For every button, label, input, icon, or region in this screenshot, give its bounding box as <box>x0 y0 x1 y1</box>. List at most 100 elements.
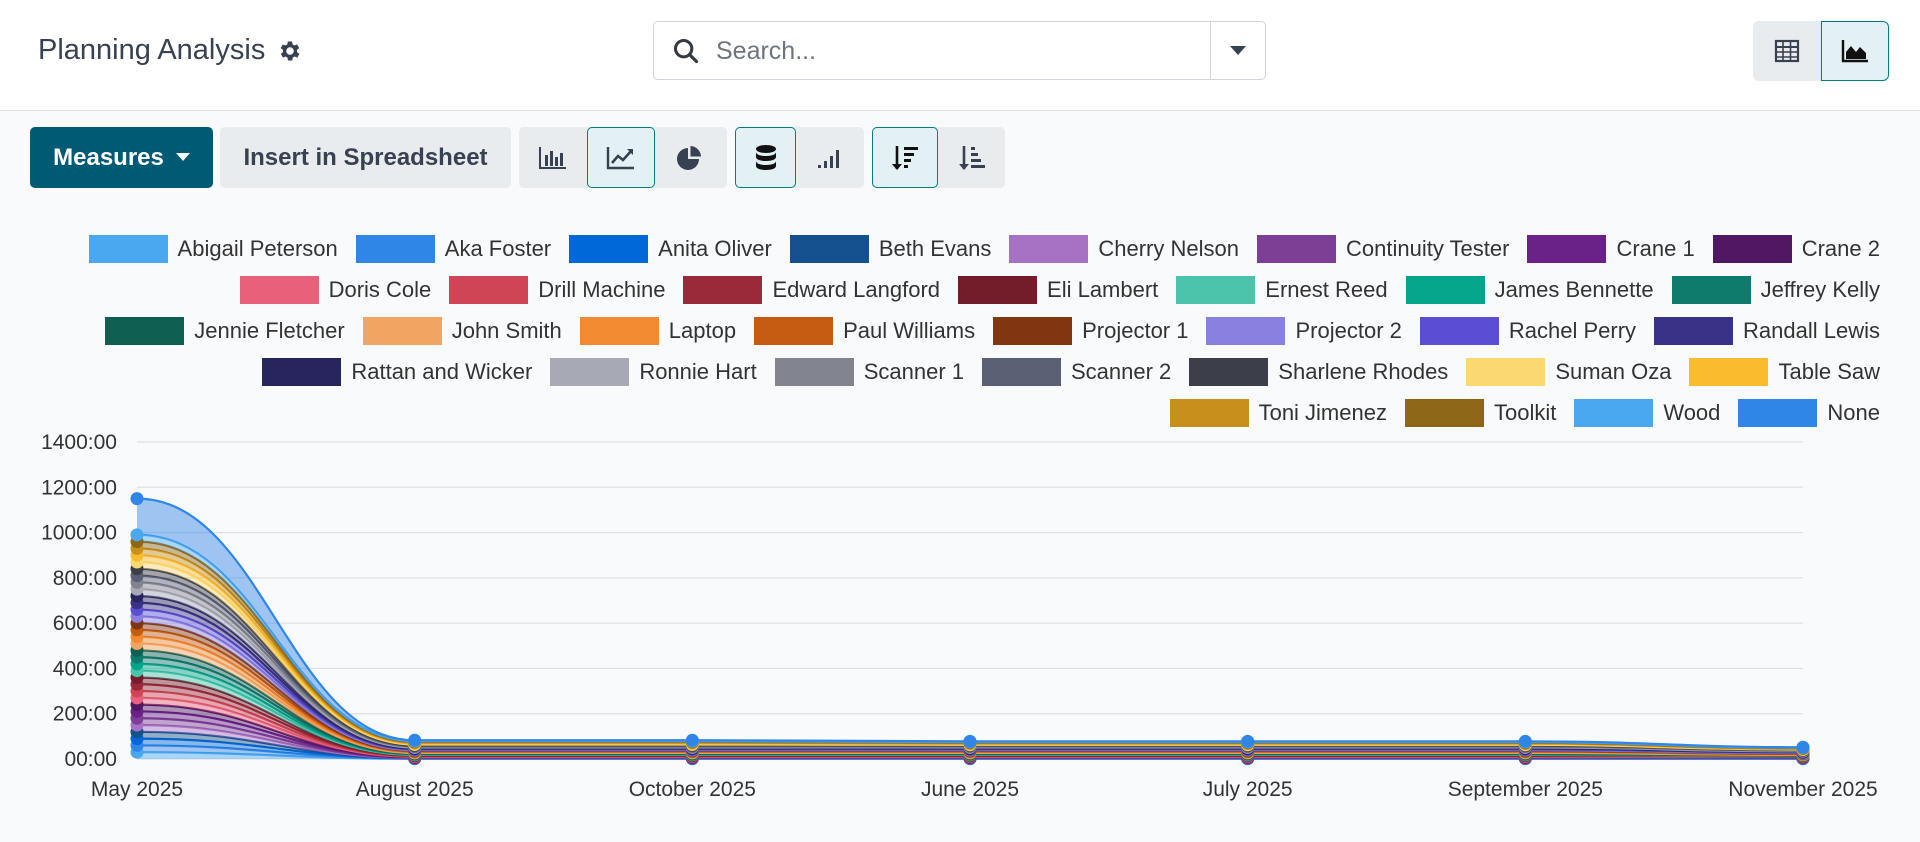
cumulative-toggle-button[interactable] <box>796 127 864 188</box>
series-area <box>137 582 1803 752</box>
legend-item[interactable]: Toni Jimenez <box>1169 398 1387 427</box>
data-point <box>1241 734 1255 748</box>
legend-item[interactable]: James Bennette <box>1405 275 1654 304</box>
y-tick-label: 1000:00 <box>41 522 117 545</box>
series-line <box>136 574 1804 752</box>
legend-swatch <box>1404 398 1484 427</box>
legend-item[interactable]: Paul Williams <box>754 316 975 345</box>
legend-swatch <box>579 316 659 345</box>
legend-item[interactable]: Rattan and Wicker <box>262 357 533 386</box>
series-line <box>136 540 1804 750</box>
legend-label: Anita Oliver <box>658 235 772 261</box>
legend-item[interactable]: Jeffrey Kelly <box>1671 275 1880 304</box>
series-line <box>136 588 1804 753</box>
legend-item[interactable]: Projector 1 <box>993 316 1189 345</box>
legend-label: Ronnie Hart <box>639 358 757 384</box>
legend-item[interactable]: Ernest Reed <box>1176 275 1388 304</box>
pie-chart-button[interactable] <box>655 127 723 188</box>
legend-label: Scanner 2 <box>1071 358 1172 384</box>
legend-swatch <box>1738 398 1818 427</box>
legend-item[interactable]: Eli Lambert <box>958 275 1158 304</box>
legend-item[interactable]: Abigail Peterson <box>88 234 338 263</box>
legend-item[interactable]: Jennie Fletcher <box>105 316 345 345</box>
insert-in-spreadsheet-button[interactable]: Insert in Spreadsheet <box>220 127 511 188</box>
measures-dropdown-button[interactable]: Measures <box>30 127 213 188</box>
sort-ascending-button[interactable] <box>938 127 1005 188</box>
area-chart-icon <box>1841 40 1868 63</box>
legend-item[interactable]: Table Saw <box>1689 357 1880 386</box>
legend-label: Continuity Tester <box>1345 235 1510 261</box>
legend-item[interactable]: Randall Lewis <box>1654 316 1880 345</box>
legend-swatch <box>1689 357 1769 386</box>
legend-item[interactable]: Scanner 1 <box>774 357 964 386</box>
legend-swatch <box>1256 234 1336 263</box>
legend-swatch <box>1189 357 1269 386</box>
x-tick-label: July 2025 <box>1203 778 1293 801</box>
legend-item[interactable]: Ronnie Hart <box>550 357 757 386</box>
legend-item[interactable]: Aka Foster <box>355 234 552 263</box>
y-tick-label: 1400:00 <box>41 431 117 454</box>
legend-swatch <box>550 357 630 386</box>
sort-descending-button[interactable] <box>872 127 938 188</box>
legend-item[interactable]: Rachel Perry <box>1419 316 1636 345</box>
legend-label: Crane 1 <box>1616 235 1695 261</box>
caret-down-icon <box>1230 45 1246 55</box>
graph-view-button[interactable] <box>1821 21 1889 81</box>
sort-ascending-icon <box>958 145 985 170</box>
legend-item[interactable]: Scanner 2 <box>982 357 1172 386</box>
data-point <box>1796 740 1810 754</box>
legend-item[interactable]: Projector 2 <box>1206 316 1402 345</box>
x-tick-label: August 2025 <box>356 778 474 801</box>
legend-swatch <box>1009 234 1089 263</box>
legend-item[interactable]: Drill Machine <box>449 275 665 304</box>
line-chart-icon <box>606 146 634 169</box>
line-chart-button[interactable] <box>587 127 655 188</box>
series-area <box>137 575 1803 751</box>
data-point <box>963 734 977 748</box>
legend-item[interactable]: Toolkit <box>1404 398 1556 427</box>
chart-type-group <box>519 127 727 188</box>
legend-item[interactable]: None <box>1738 398 1880 427</box>
legend-label: Jennie Fletcher <box>194 317 345 343</box>
bar-chart-button[interactable] <box>519 127 587 188</box>
legend-item[interactable]: Doris Cole <box>239 275 431 304</box>
series-area <box>137 616 1803 754</box>
legend-item[interactable]: Continuity Tester <box>1256 234 1510 263</box>
legend-label: Aka Foster <box>444 235 552 261</box>
legend-swatch <box>993 316 1073 345</box>
pivot-view-button[interactable] <box>1753 21 1821 81</box>
legend-item[interactable]: Sharlene Rhodes <box>1189 357 1448 386</box>
legend-item[interactable]: Cherry Nelson <box>1009 234 1239 263</box>
y-tick-label: 800:00 <box>53 567 117 590</box>
legend-swatch <box>1671 275 1751 304</box>
page-title-group: Planning Analysis <box>38 34 303 67</box>
legend-item[interactable]: Suman Oza <box>1466 357 1671 386</box>
legend-swatch <box>1405 275 1485 304</box>
legend-item[interactable]: Edward Langford <box>683 275 940 304</box>
y-tick-label: 00:00 <box>64 748 117 771</box>
legend-item[interactable]: Crane 1 <box>1527 234 1695 263</box>
legend-item[interactable]: Anita Oliver <box>569 234 772 263</box>
series-area <box>137 541 1803 749</box>
legend-item[interactable]: Wood <box>1574 398 1720 427</box>
gear-icon[interactable] <box>277 38 303 64</box>
search-input[interactable] <box>714 32 1198 70</box>
legend-swatch <box>1654 316 1734 345</box>
stacked-toggle-button[interactable] <box>735 127 796 188</box>
database-stack-icon <box>755 144 776 170</box>
legend-swatch <box>1206 316 1286 345</box>
legend-label: Rattan and Wicker <box>351 358 533 384</box>
legend-swatch <box>1419 316 1499 345</box>
legend-item[interactable]: John Smith <box>362 316 562 345</box>
y-tick-label: 400:00 <box>53 657 117 680</box>
x-tick-label: September 2025 <box>1448 778 1603 801</box>
legend-swatch <box>754 316 834 345</box>
x-tick-label: May 2025 <box>91 778 183 801</box>
search-dropdown-toggle[interactable] <box>1210 22 1265 79</box>
legend-item[interactable]: Beth Evans <box>789 234 991 263</box>
legend-label: John Smith <box>451 317 562 343</box>
legend-item[interactable]: Laptop <box>579 316 736 345</box>
legend-item[interactable]: Crane 2 <box>1712 234 1880 263</box>
x-tick-label: November 2025 <box>1728 778 1877 801</box>
legend-label: Projector 1 <box>1082 317 1189 343</box>
